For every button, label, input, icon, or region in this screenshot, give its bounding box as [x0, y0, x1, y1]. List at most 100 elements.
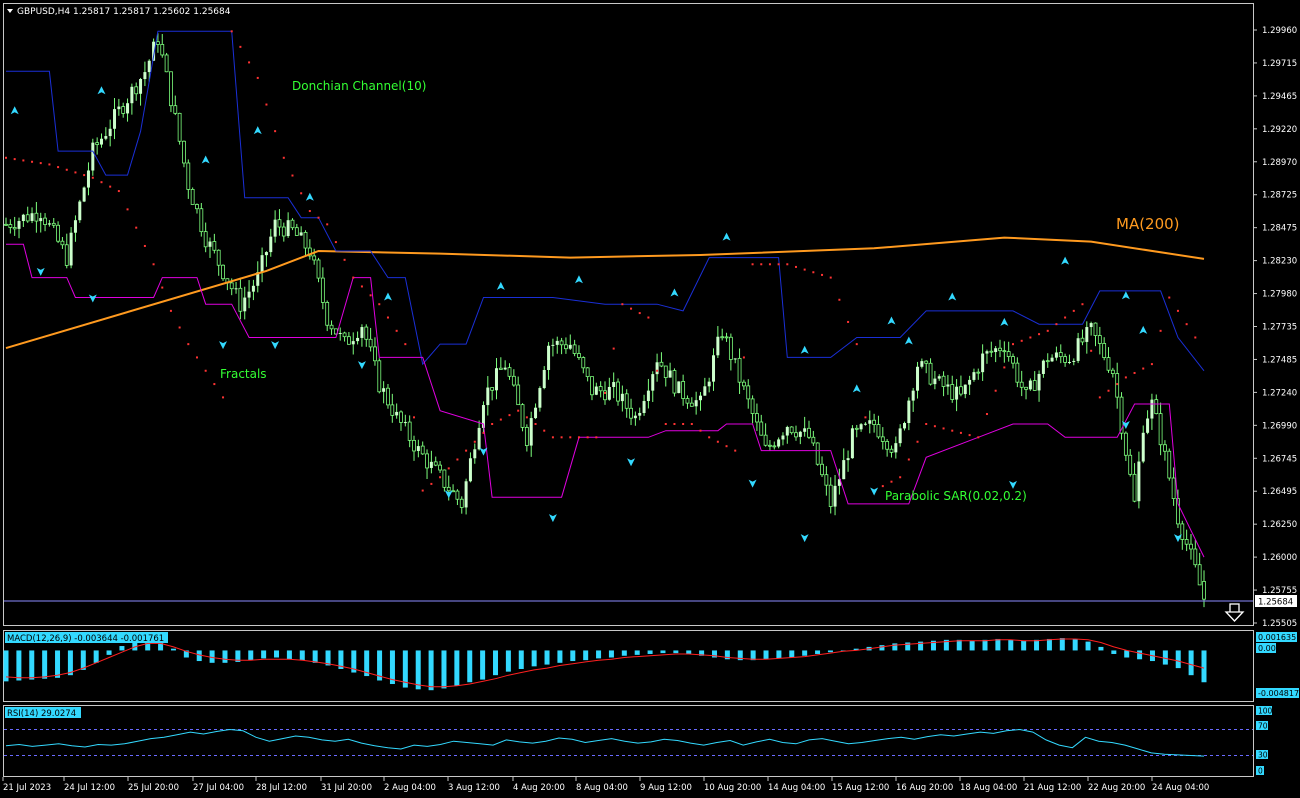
macd-bar: [29, 650, 35, 680]
rsi-pane[interactable]: [4, 728, 1253, 757]
chart-window[interactable]: 1.29960 1.29715 1.29465 1.29220 1.28970 1.287…: [0, 0, 1300, 798]
time-tick-label: 21 Aug 12:00: [1024, 783, 1081, 793]
bear-candle: [794, 432, 798, 438]
bear-candle: [720, 336, 725, 339]
bull-candle: [842, 460, 846, 480]
fractal-down-icon: [357, 361, 366, 370]
bear-candle: [12, 227, 17, 230]
sar-dot: [1055, 323, 1058, 326]
macd-bar: [441, 650, 447, 689]
sar-dot: [430, 482, 433, 485]
bear-candle: [941, 375, 946, 387]
sar-dot: [74, 171, 77, 174]
rsi-pane-frame: [3, 705, 1254, 777]
bear-candle: [807, 427, 811, 438]
bear-candle: [559, 340, 564, 346]
bear-candle: [1080, 337, 1085, 343]
bear-candle: [1154, 399, 1159, 415]
fractal-down-icon: [748, 479, 757, 488]
sar-dot: [994, 389, 997, 392]
price-tick-label: 1.26745: [1262, 454, 1297, 464]
sar-dot: [604, 391, 606, 394]
bear-candle: [872, 419, 877, 425]
bear-candle: [134, 86, 139, 95]
sar-dot: [222, 396, 225, 399]
sar-dot: [499, 418, 502, 421]
bear-candle: [772, 445, 777, 448]
bear-candle: [412, 439, 416, 452]
fractal-up-icon: [852, 384, 861, 393]
price-tick-label: 1.28475: [1262, 224, 1297, 234]
bull-candle: [933, 378, 937, 385]
time-tick-label: 24 Jul 12:00: [64, 783, 115, 793]
bull-candle: [338, 332, 342, 334]
bear-candle: [229, 282, 234, 290]
sar-dot: [491, 423, 494, 426]
macd-bar: [1111, 650, 1117, 654]
macd-axis-zero: 0.00: [1258, 644, 1276, 653]
bull-candle: [538, 388, 542, 408]
price-tick-label: 1.28970: [1262, 158, 1297, 168]
fractal-up-icon: [253, 126, 262, 135]
macd-bar: [119, 646, 125, 651]
bear-candle: [989, 350, 994, 353]
bear-candle: [1180, 523, 1185, 540]
sar-dot: [57, 166, 60, 169]
bull-candle: [655, 362, 659, 375]
bear-candle: [746, 385, 751, 400]
bear-candle: [203, 231, 208, 248]
bull-candle: [21, 214, 25, 222]
bear-candle: [420, 445, 425, 455]
sar-dot: [777, 263, 780, 266]
bear-candle: [759, 421, 764, 436]
bear-candle: [43, 217, 47, 225]
fractals-label: Fractals: [220, 367, 267, 381]
bear-candle: [585, 367, 590, 378]
sar-dot: [230, 30, 233, 33]
macd-bar: [982, 639, 988, 651]
symbol-menu-triangle-icon[interactable]: [7, 9, 13, 13]
bull-candle: [963, 384, 967, 395]
macd-bar: [686, 650, 692, 654]
main-chart-area[interactable]: [4, 30, 1206, 608]
macd-bar: [480, 650, 486, 680]
bear-candle: [221, 264, 225, 280]
bear-candle: [34, 212, 39, 222]
bull-candle: [99, 138, 103, 145]
macd-bar: [209, 650, 215, 663]
macd-bar: [660, 650, 666, 654]
bull-candle: [985, 351, 989, 354]
macd-bar: [312, 650, 318, 663]
bull-candle: [286, 220, 290, 237]
bear-candle: [581, 357, 586, 369]
sar-dot: [1003, 366, 1006, 369]
bull-candle: [894, 443, 898, 453]
bull-candle: [620, 393, 624, 402]
bear-candle: [876, 424, 881, 438]
bear-candle: [768, 444, 772, 447]
sar-dot: [517, 409, 520, 412]
sar-dot: [890, 480, 893, 483]
bull-candle: [1085, 327, 1089, 342]
macd-bar: [493, 650, 499, 676]
time-tick-label: 31 Jul 20:00: [321, 783, 372, 793]
macd-bar: [1085, 641, 1091, 651]
bear-candle: [1171, 477, 1176, 500]
bear-candle: [325, 302, 330, 326]
bear-candle: [564, 344, 568, 350]
bull-candle: [30, 213, 34, 221]
sar-dot: [326, 223, 329, 226]
bull-candle: [1146, 418, 1150, 433]
macd-bar: [222, 650, 228, 663]
time-tick-label: 2 Aug 04:00: [384, 783, 436, 793]
price-tick-label: 1.25505: [1262, 619, 1297, 629]
bull-candle: [916, 366, 920, 391]
sar-dot: [117, 190, 120, 193]
bear-candle: [590, 376, 594, 396]
time-tick-label: 15 Aug 12:00: [832, 783, 889, 793]
bull-candle: [108, 128, 112, 137]
macd-axis-bottom: -0.004817: [1258, 689, 1299, 698]
macd-pane[interactable]: [3, 636, 1207, 691]
fractal-up-icon: [201, 155, 210, 164]
bear-candle: [820, 463, 824, 476]
